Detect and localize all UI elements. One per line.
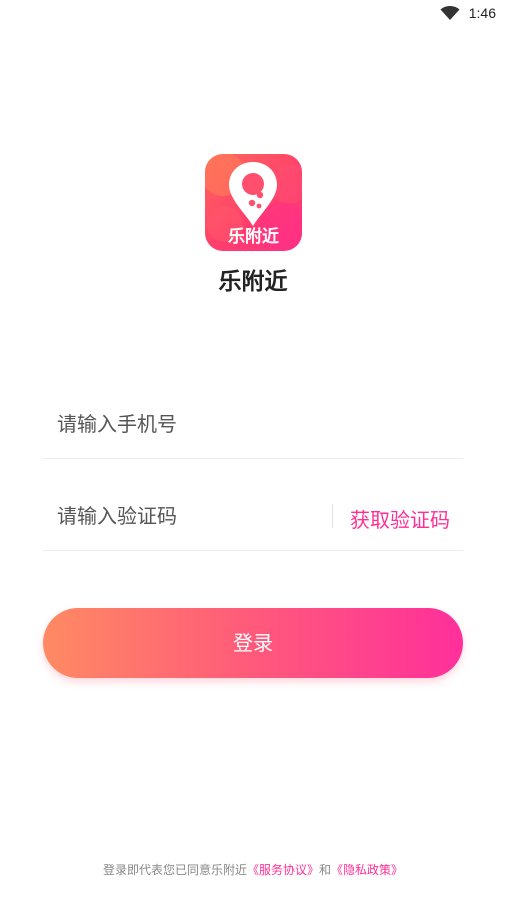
service-agreement-link[interactable]: 《服务协议》 <box>247 863 319 877</box>
app-logo: 乐附近 <box>205 154 302 251</box>
agreement-text: 登录即代表您已同意乐附近《服务协议》和《隐私政策》 <box>0 861 506 878</box>
verification-code-input[interactable] <box>57 504 317 528</box>
status-time: 1:46 <box>468 5 496 21</box>
login-button[interactable]: 登录 <box>43 608 463 678</box>
agreement-prefix: 登录即代表您已同意乐附近 <box>102 863 247 877</box>
verification-code-field: 获取验证码 <box>43 490 463 551</box>
get-code-button[interactable]: 获取验证码 <box>350 504 450 533</box>
status-bar: 1:46 <box>0 0 506 28</box>
logo-badge-text: 乐附近 <box>228 227 279 247</box>
wifi-icon <box>440 6 460 20</box>
agreement-conjunction: 和 <box>319 863 332 877</box>
phone-field <box>43 398 463 459</box>
app-name: 乐附近 <box>218 269 288 295</box>
phone-input[interactable] <box>57 412 317 436</box>
field-divider <box>332 504 333 528</box>
privacy-policy-link[interactable]: 《隐私政策》 <box>331 863 403 877</box>
